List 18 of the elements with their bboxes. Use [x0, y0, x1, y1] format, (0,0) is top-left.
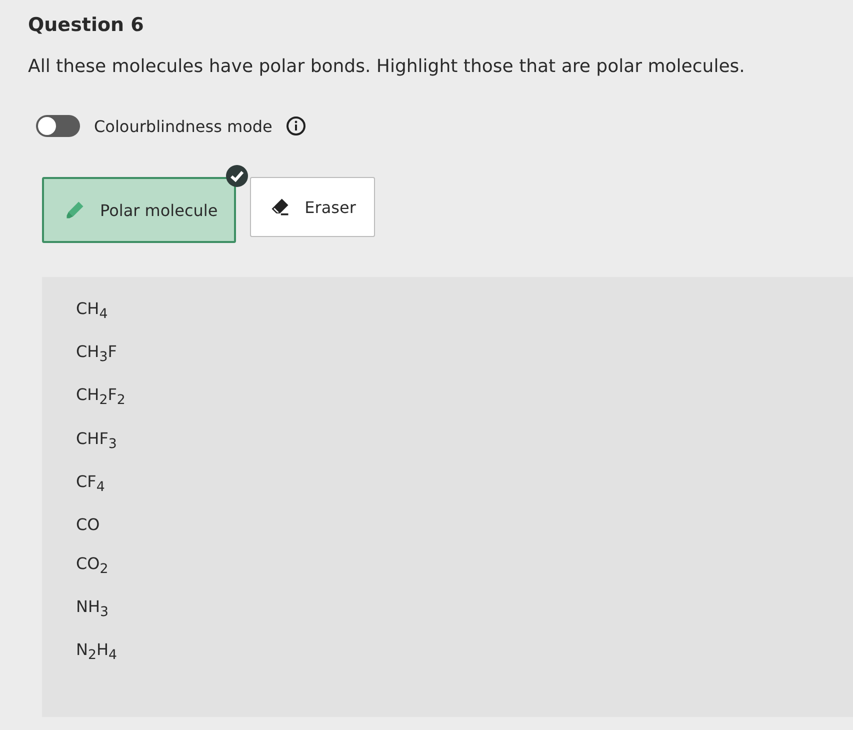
toggle-switch[interactable] — [36, 115, 80, 137]
molecule-formula[interactable]: CH$_{3}$F — [72, 340, 121, 368]
question-prompt: All these molecules have polar bonds. Highlight those that are polar molecules. — [28, 56, 746, 77]
molecule-formula[interactable]: N$_{2}$H$_{4}$ — [72, 638, 121, 666]
molecule-formula[interactable]: CF$_{4}$ — [72, 470, 109, 497]
question-title: Question 6 — [28, 14, 145, 36]
molecule-formula[interactable]: CHF$_{3}$ — [72, 426, 121, 454]
marker-icon — [64, 199, 86, 221]
tool-button[interactable]: Eraser — [250, 177, 375, 237]
molecule-formula[interactable]: CO — [72, 512, 104, 536]
molecule-formula[interactable]: CH$_{2}$F$_{2}$ — [72, 383, 130, 411]
check-icon — [224, 164, 249, 188]
info-icon[interactable] — [286, 116, 306, 136]
molecule-formula[interactable]: NH$_{3}$ — [72, 595, 112, 622]
molecule-formula[interactable]: CH$_{4}$ — [72, 297, 112, 324]
tool-button[interactable]: Polar molecule — [42, 177, 236, 243]
toggle-label: Colourblindness mode — [94, 116, 272, 136]
molecule-formula[interactable]: CO$_{2}$ — [72, 552, 112, 580]
